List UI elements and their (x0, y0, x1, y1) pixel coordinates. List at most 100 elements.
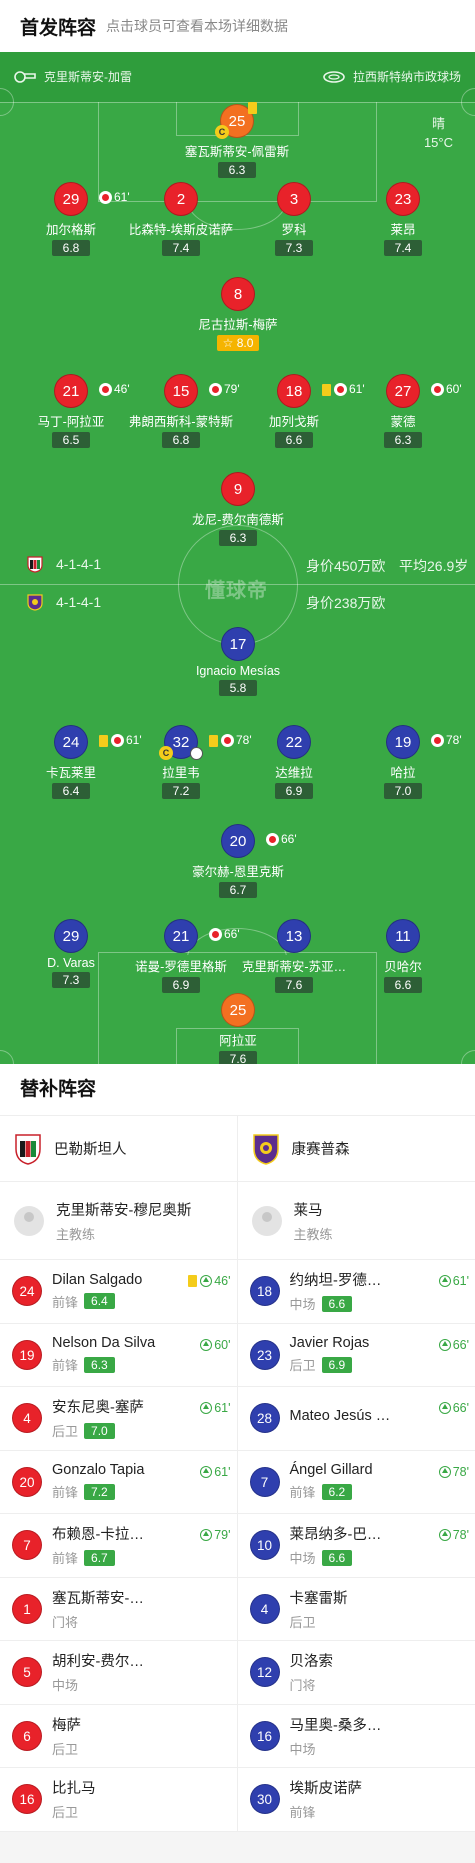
player-position: 门将 (52, 1614, 79, 1630)
sub-on-icon (200, 1465, 213, 1478)
weather: 晴 15°C (424, 114, 453, 152)
player-name: 阿拉亚 (219, 1034, 257, 1048)
home-coach[interactable]: 克里斯蒂安-穆尼奥斯 主教练 (0, 1182, 237, 1260)
home-player-gk[interactable]: 25 C 塞瓦斯蒂安-佩雷斯 6.3 (162, 102, 312, 179)
home-avg-age: 平均26.9岁 (399, 558, 469, 574)
sub-player-row[interactable]: 30 埃斯皮诺萨 前锋 (237, 1768, 475, 1832)
player-position: 后卫 (52, 1741, 79, 1757)
home-player-rb[interactable]: 23 莱昂 7.4 (328, 182, 475, 257)
sub-off-indicator: 66' (266, 823, 297, 856)
away-coach[interactable]: 莱马 主教练 (237, 1182, 475, 1260)
sub-player-row[interactable]: 10 莱昂纳多-巴… 中场 6.6 78' (237, 1514, 475, 1578)
player-rating: 7.3 (52, 972, 90, 988)
player-rating: 6.4 (52, 783, 90, 799)
sub-player-row[interactable]: 23 Javier Rojas 后卫 6.9 66' (237, 1324, 475, 1387)
player-position: 后卫 (52, 1805, 79, 1821)
coach-name: 克里斯蒂安-穆尼奥斯 (56, 1202, 192, 1219)
player-number: 6 (12, 1720, 42, 1751)
away-team-header[interactable]: 康赛普森 (237, 1116, 475, 1182)
player-number: 23 (249, 1339, 280, 1370)
player-number: 3 (277, 182, 311, 216)
sub-player-row[interactable]: 4 安东尼奥-塞萨 后卫 7.0 61' (0, 1387, 237, 1451)
sub-player-row[interactable]: 6 梅萨 后卫 (0, 1705, 237, 1768)
sub-player-row[interactable]: 28 Mateo Jesús … 66' (237, 1387, 475, 1451)
player-position: 后卫 (289, 1358, 316, 1374)
player-number: 2 (164, 182, 198, 216)
away-player-gk[interactable]: 25 阿拉亚 7.6 (163, 993, 313, 1064)
player-number: 30 (249, 1784, 280, 1815)
player-position: 中场 (289, 1297, 316, 1313)
away-player-rb[interactable]: 11 贝哈尔 6.6 (328, 919, 475, 994)
corner-arc-bl (0, 1050, 14, 1064)
player-number: 18 (285, 383, 303, 400)
sub-player-row[interactable]: 7 Ángel Gillard 前锋 6.2 78' (237, 1451, 475, 1514)
stadium-icon (323, 70, 345, 83)
player-name: 布赖恩-卡拉… (52, 1527, 144, 1544)
player-number: 18 (249, 1276, 280, 1307)
home-player-rm[interactable]: 27 60' 蒙德 6.3 (328, 374, 475, 449)
player-rating: 7.6 (275, 977, 313, 993)
player-rating: 6.3 (384, 432, 422, 448)
player-name: 莱昂纳多-巴… (289, 1527, 382, 1544)
stadium-name: 拉西斯特纳市政球场 (352, 70, 461, 84)
away-formation-row: 4-1-4-1 (26, 593, 101, 611)
sub-player-row[interactable]: 20 Gonzalo Tapia 前锋 7.2 61' (0, 1451, 237, 1514)
away-value: 身价238万欧 (306, 595, 386, 611)
player-position: 中场 (289, 1741, 316, 1757)
player-number: 21 (62, 383, 80, 400)
player-rating: 7.3 (275, 240, 313, 256)
player-number: 22 (277, 725, 311, 759)
sub-on-icon (200, 1402, 213, 1414)
sub-player-row[interactable]: 16 马里奥-桑多… 中场 (237, 1705, 475, 1768)
player-number: 23 (386, 182, 420, 216)
player-name: 马里奥-桑多… (289, 1717, 382, 1734)
home-team-header[interactable]: 巴勒斯坦人 (0, 1116, 237, 1182)
watermark: 懂球帝 (205, 580, 268, 602)
player-position: 前锋 (52, 1551, 79, 1567)
player-rating: 7.0 (84, 1422, 115, 1439)
away-player-dm[interactable]: 20 66' 豪尔赫-恩里克斯 6.7 (163, 824, 313, 899)
player-name: 莱昂 (390, 223, 416, 237)
sub-player-row[interactable]: 4 卡塞雷斯 后卫 (237, 1578, 475, 1641)
player-rating: 6.5 (52, 432, 90, 448)
away-crest-icon (27, 594, 43, 611)
player-number: 32 (172, 734, 190, 751)
player-rating: 7.2 (162, 783, 200, 799)
player-name: 蒙德 (390, 415, 416, 429)
sub-player-row[interactable]: 1 塞瓦斯蒂安-… 门将 (0, 1578, 237, 1641)
player-number: 28 (249, 1403, 280, 1434)
player-number: 7 (12, 1530, 42, 1561)
home-player-st[interactable]: 9 龙尼-费尔南德斯 6.3 (163, 472, 313, 547)
player-name: 胡利安-费尔… (52, 1654, 144, 1671)
sub-player-row[interactable]: 16 比扎马 后卫 (0, 1768, 237, 1832)
player-number: 24 (62, 734, 80, 751)
away-team-name: 康赛普森 (291, 1142, 350, 1158)
player-position: 前锋 (52, 1358, 79, 1374)
player-position: 前锋 (289, 1485, 316, 1501)
player-rating: 7.2 (84, 1483, 115, 1500)
sub-on-indicator: 61' (438, 1274, 469, 1288)
home-player-dm[interactable]: 8 尼古拉斯-梅萨 ☆ 8.0 (163, 277, 313, 352)
sub-on-indicator: 61' (200, 1465, 231, 1479)
away-player-rm[interactable]: 19 78' 哈拉 7.0 (328, 725, 475, 800)
away-player-st[interactable]: 17 Ignacio Mesías 5.8 (163, 627, 313, 697)
sub-player-row[interactable]: 5 胡利安-费尔… 中场 (0, 1641, 237, 1705)
weather-condition: 晴 (431, 116, 445, 131)
sub-on-icon (438, 1529, 451, 1541)
coach-name: 莱马 (293, 1202, 323, 1219)
player-number: 25 (228, 113, 246, 130)
player-name: 埃斯皮诺萨 (289, 1781, 363, 1798)
sub-on-icon (438, 1465, 451, 1478)
sub-player-row[interactable]: 12 贝洛索 门将 (237, 1641, 475, 1705)
sub-player-row[interactable]: 19 Nelson Da Silva 前锋 6.3 60' (0, 1324, 237, 1387)
player-name: 卡塞雷斯 (289, 1590, 348, 1607)
sub-on-indicator: 61' (200, 1401, 231, 1415)
sub-player-row[interactable]: 24 Dilan Salgado 前锋 6.4 46' (0, 1260, 237, 1324)
sub-player-row[interactable]: 7 布赖恩-卡拉… 前锋 6.7 79' (0, 1514, 237, 1578)
player-position: 中场 (52, 1678, 79, 1694)
sub-player-row[interactable]: 18 约纳坦-罗德… 中场 6.6 61' (237, 1260, 475, 1324)
sub-on-icon (438, 1338, 451, 1351)
player-rating-best: ☆ 8.0 (216, 335, 260, 351)
player-name: Mateo Jesús … (289, 1408, 391, 1425)
home-crest-icon (15, 1133, 41, 1165)
